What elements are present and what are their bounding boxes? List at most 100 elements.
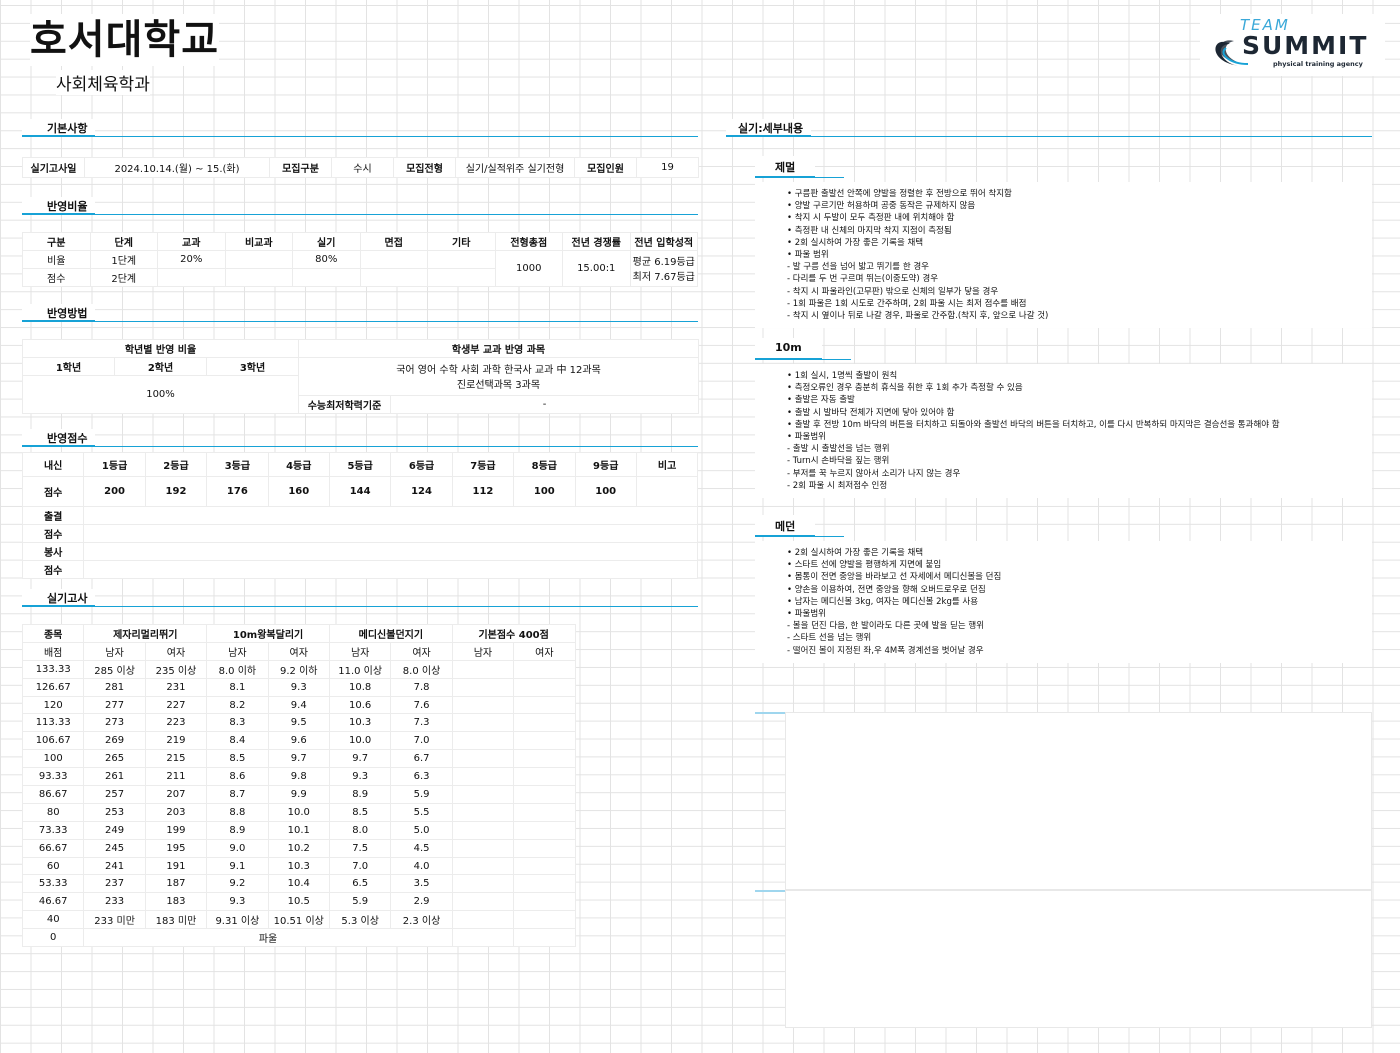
- practical-subheader: 여자: [390, 641, 453, 661]
- practical-subheader: 여자: [513, 641, 576, 661]
- practical-record: 8.2: [206, 695, 269, 715]
- swoosh-icon: TEAM SUMMIT physical training agency: [1215, 16, 1368, 68]
- practical-record: 233 미만: [83, 910, 146, 930]
- extra-row-empty: [83, 506, 699, 525]
- practical-record: 9.3: [267, 677, 330, 697]
- detail-item: - 떨어진 볼이 지정된 좌,우 4M폭 경계선을 벗어날 경우: [787, 645, 984, 656]
- practical-row: 126.67 281 231 8.1 9.3 10.8 7.8: [21, 677, 576, 697]
- detail-item: • 측정오류인 경우 충분히 휴식을 취한 후 1회 추가 측정할 수 있음: [787, 383, 1023, 394]
- practical-record: 8.4: [206, 731, 269, 751]
- empty-cell: [451, 695, 515, 715]
- extra-row-label: 출결: [21, 506, 85, 525]
- practical-record: 8.9: [328, 785, 392, 804]
- score-header: 7등급: [451, 452, 515, 477]
- empty-cell: [513, 874, 576, 894]
- label-exam-date: 실기고사일: [22, 157, 85, 178]
- track: 실기/실적위주 실기전형: [455, 157, 575, 178]
- practical-subheader: 배점: [21, 641, 85, 661]
- practical-record: 233: [83, 892, 146, 912]
- grade-ratio-title: 학년별 반영 비율: [22, 339, 299, 358]
- practical-points: 73.33: [21, 820, 85, 840]
- logo-main-text: SUMMIT: [1242, 31, 1368, 60]
- practical-record: 6.3: [390, 767, 453, 787]
- detail-item: • 남자는 메디신볼 3kg, 여자는 메디신볼 2kg를 사용: [787, 596, 979, 607]
- practical-subheader: 남자: [328, 641, 392, 661]
- practical-record: 9.31 이상: [206, 910, 269, 930]
- grade-1: 1학년: [22, 356, 115, 376]
- practical-row: 120 277 227 8.2 9.4 10.6 7.6: [21, 695, 576, 715]
- practical-record: 227: [144, 695, 208, 715]
- page-subtitle: 사회체육학과: [56, 70, 150, 95]
- ratio-cell: [224, 267, 293, 287]
- ratio-header: 전년 경쟁률: [562, 232, 631, 251]
- practical-points: 100: [21, 749, 85, 769]
- detail-list: • 구름판 출발선 안쪽에 양발을 정렬한 후 전방으로 뛰어 착지함 • 양발 …: [755, 182, 1372, 329]
- ratio-header: 면접: [359, 232, 428, 251]
- practical-record: 9.7: [328, 749, 392, 769]
- practical-record: 5.9: [390, 785, 453, 804]
- method-section: 반영방법: [22, 304, 698, 322]
- detail-item: • 파울범위: [787, 432, 826, 443]
- practical-row: 86.67 257 207 8.7 9.9 8.9 5.9: [21, 785, 576, 804]
- empty-detail-box: [785, 890, 1372, 1028]
- ratio-cell: 80%: [292, 249, 361, 269]
- ratio-cell: [359, 267, 428, 287]
- practical-points: 106.67: [21, 731, 85, 751]
- practical-record: 8.5: [206, 749, 269, 769]
- practical-record: 8.9: [206, 820, 269, 840]
- label-track: 모집전형: [393, 157, 456, 178]
- practical-record: 6.7: [390, 749, 453, 769]
- empty-cell: [513, 749, 576, 769]
- practical-record: 10.2: [267, 838, 330, 858]
- logo-sub-text: physical training agency: [1273, 60, 1364, 68]
- extra-row-label: 점수: [21, 523, 85, 543]
- practical-record: 245: [83, 838, 146, 858]
- practical-points: 126.67: [21, 677, 85, 697]
- practical-row: 100 265 215 8.5 9.7 9.7 6.7: [21, 749, 576, 769]
- extra-row-empty: [83, 523, 699, 543]
- practical-record: 8.0 이상: [390, 659, 453, 679]
- practical-points: 40: [21, 910, 85, 930]
- practical-record: 9.1: [206, 856, 269, 876]
- practical-record: 183 미만: [144, 910, 208, 930]
- empty-cell: [513, 713, 576, 733]
- method-heading: 반영방법: [22, 304, 96, 322]
- practical-subheader: 남자: [83, 641, 146, 661]
- practical-record: 10.3: [267, 856, 330, 876]
- score-value: [635, 476, 699, 507]
- practical-subheader: 여자: [144, 641, 208, 661]
- detail-item: • 양손을 이용하여, 전면 중앙을 향해 오버드로우로 던짐: [787, 584, 986, 595]
- practical-record: 5.3 이상: [328, 910, 392, 930]
- empty-cell: [451, 874, 515, 894]
- practical-row: 46.67 233 183 9.3 10.5 5.9 2.9: [21, 892, 576, 912]
- empty-detail-box: [785, 712, 1372, 890]
- score-table: 내신 1등급 2등급 3등급 4등급 5등급 6등급 7등급 8등급 9등급 비…: [21, 452, 699, 579]
- practical-record: 9.8: [267, 767, 330, 787]
- practical-points: 133.33: [21, 659, 85, 679]
- ratio-header: 비교과: [224, 232, 293, 251]
- practical-record: 5.0: [390, 820, 453, 840]
- practical-points: 120: [21, 695, 85, 715]
- practical-record: 10.51 이상: [267, 910, 330, 930]
- practical-record: 203: [144, 802, 208, 822]
- practical-header: 메디신볼던지기: [328, 624, 453, 643]
- practical-record: 219: [144, 731, 208, 751]
- practical-points: 53.33: [21, 874, 85, 894]
- practical-record: 9.3: [328, 767, 392, 787]
- practical-record: 7.6: [390, 695, 453, 715]
- practical-points: 80: [21, 802, 85, 822]
- score-value: 192: [144, 476, 208, 507]
- practical-record: 187: [144, 874, 208, 894]
- practical-record: 10.8: [328, 677, 392, 697]
- practical-record: 253: [83, 802, 146, 822]
- detail-item: • 측정판 내 신체의 마지막 착지 지점이 측정됨: [787, 225, 952, 236]
- empty-cell: [513, 838, 576, 858]
- practical-record: 257: [83, 785, 146, 804]
- empty-cell: [513, 767, 576, 787]
- detail-item: • 1회 실시, 1명씩 출발이 원칙: [787, 371, 898, 381]
- empty-cell: [451, 910, 515, 930]
- detail-title: 메던: [755, 515, 816, 537]
- practical-record: 6.5: [328, 874, 392, 894]
- method-table: 학년별 반영 비율 학생부 교과 반영 과목 1학년 2학년 3학년 국어 영어…: [22, 339, 699, 414]
- quota: 19: [636, 157, 699, 178]
